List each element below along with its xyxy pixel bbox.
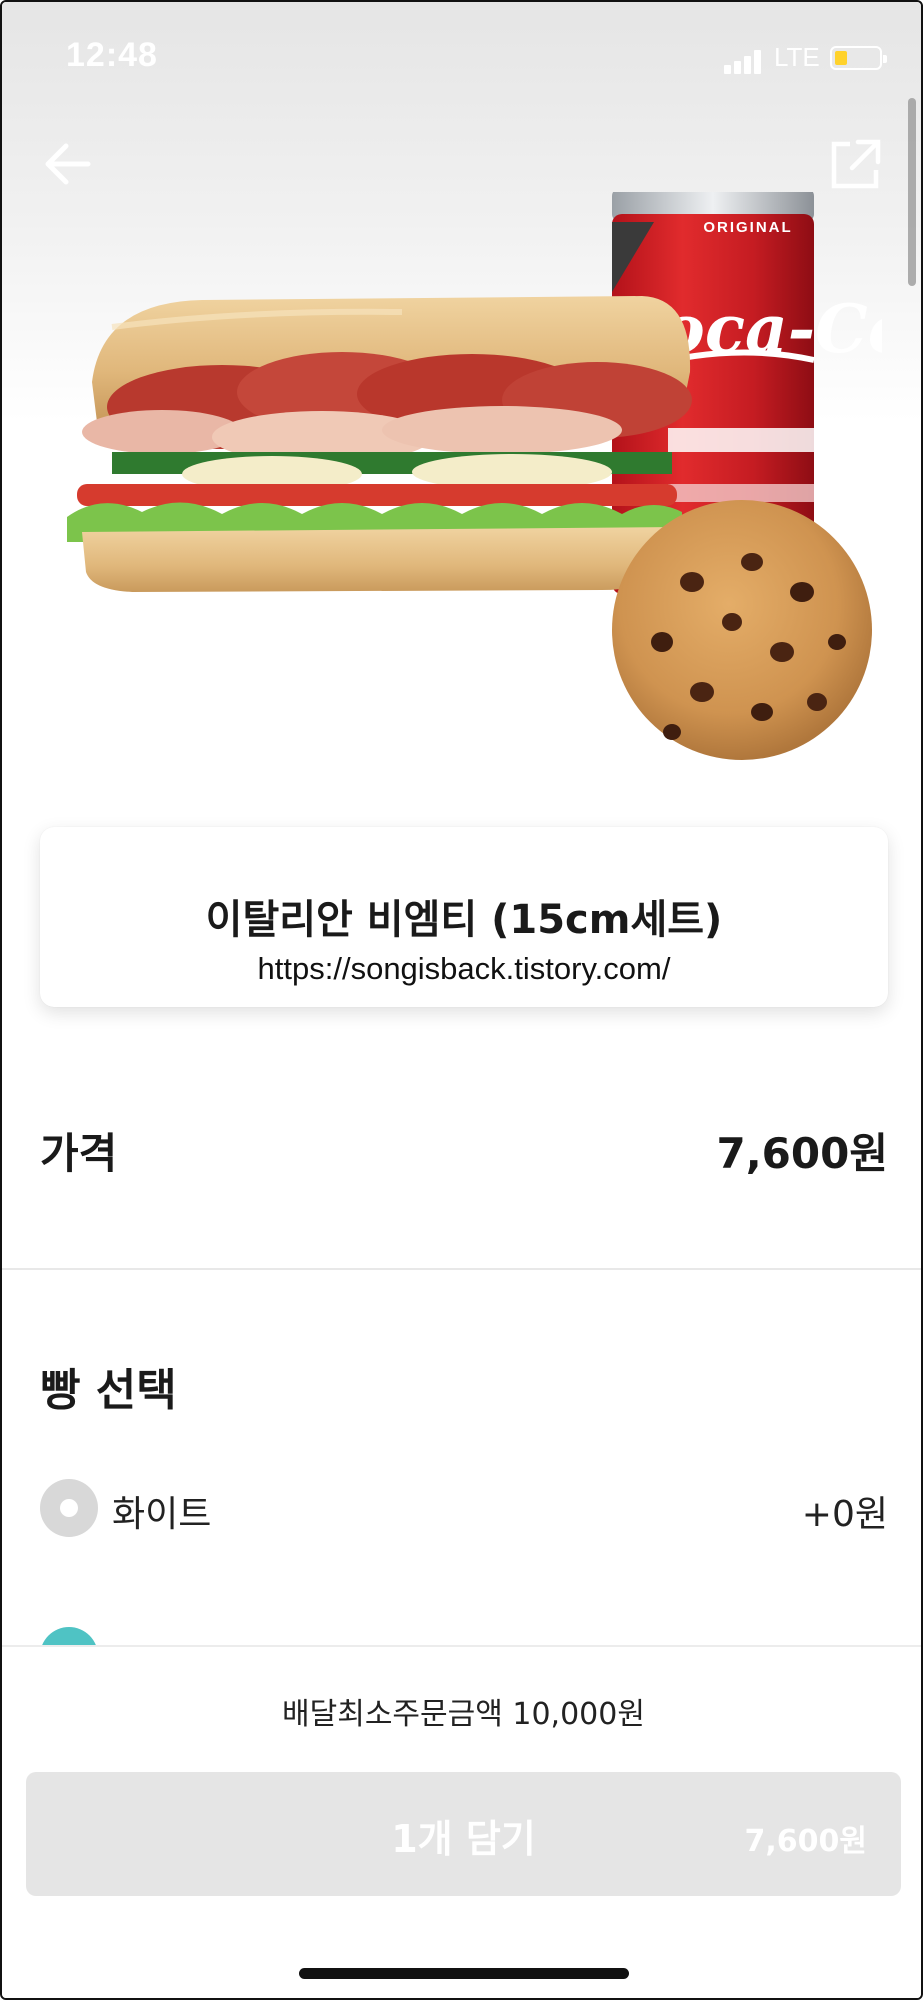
price-label: 가격 — [40, 1129, 118, 1178]
option-price: +0원 — [801, 1494, 888, 1535]
radio-button[interactable] — [40, 1479, 98, 1537]
min-order-notice: 배달최소주문금액 10,000원 — [282, 1697, 645, 1732]
scrollbar[interactable] — [908, 98, 916, 286]
arrow-left-icon — [45, 143, 91, 185]
status-bar: 12:48 LTE — [2, 2, 921, 112]
price-row: 가격 7,600원 — [40, 1120, 888, 1180]
app-frame: ORIGINAL Coca-Co 12:48 LTE 이탈리안 비엠티 (15c… — [0, 0, 923, 2000]
sub-sandwich — [67, 296, 692, 592]
product-title-card: 이탈리안 비엠티 (15cm세트) https://songisback.tis… — [40, 827, 888, 1007]
battery-icon — [830, 46, 887, 70]
bread-section-title: 빵 선택 — [40, 1365, 177, 1416]
section-divider — [2, 1268, 921, 1270]
add-button-price: 7,600원 — [744, 1824, 868, 1859]
option-label: 화이트 — [112, 1494, 212, 1535]
share-icon — [831, 139, 881, 189]
network-type: LTE — [774, 42, 820, 72]
signal-icon — [724, 48, 764, 74]
product-image: ORIGINAL Coca-Co — [67, 192, 882, 760]
product-hero: ORIGINAL Coca-Co 12:48 LTE — [2, 2, 921, 802]
bread-option-white[interactable]: 화이트 +0원 — [40, 1477, 888, 1541]
home-indicator[interactable] — [299, 1968, 629, 1979]
add-to-cart-button[interactable]: 1개 담기 7,600원 — [26, 1772, 901, 1896]
back-button[interactable] — [40, 132, 100, 192]
bottom-order-sheet: 배달최소주문금액 10,000원 1개 담기 7,600원 — [2, 1645, 921, 1998]
product-name: 이탈리안 비엠티 (15cm세트) — [205, 897, 723, 943]
svg-text:ORIGINAL: ORIGINAL — [703, 219, 792, 236]
status-time: 12:48 — [66, 36, 158, 74]
chocolate-chip-cookie — [612, 500, 872, 760]
share-button[interactable] — [828, 136, 884, 192]
watermark-url: https://songisback.tistory.com/ — [257, 951, 671, 986]
price-value: 7,600원 — [716, 1129, 889, 1178]
